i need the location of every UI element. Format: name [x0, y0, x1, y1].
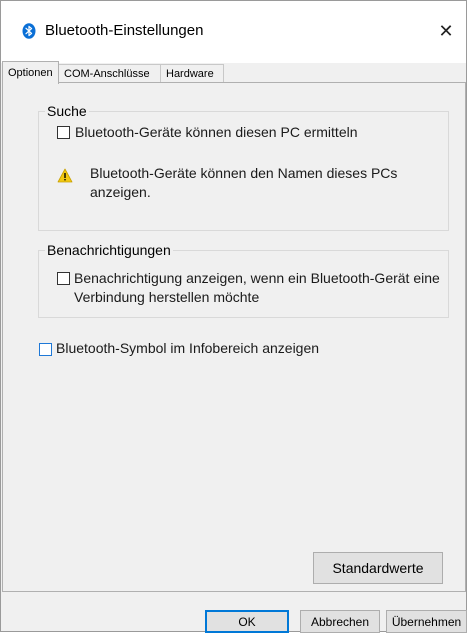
options-panel: Suche Bluetooth-Geräte können diesen PC … [2, 82, 466, 592]
tab-strip: Optionen COM-Anschlüsse Hardware [1, 61, 466, 84]
warning-text-line2: anzeigen. [90, 184, 151, 200]
search-group-legend: Suche [45, 103, 89, 119]
title-bar: Bluetooth-Einstellungen ✕ [1, 1, 466, 63]
notify-checkbox-label-line2[interactable]: Verbindung herstellen möchte [74, 288, 259, 307]
discover-checkbox[interactable] [57, 126, 70, 139]
tab-optionen[interactable]: Optionen [2, 61, 59, 84]
discover-checkbox-label[interactable]: Bluetooth-Geräte können diesen PC ermitt… [75, 123, 358, 142]
bluetooth-icon [22, 23, 36, 39]
cancel-button[interactable]: Abbrechen [300, 610, 380, 633]
tab-hardware[interactable]: Hardware [160, 64, 224, 83]
warning-icon [57, 168, 73, 183]
restore-defaults-button[interactable]: Standardwerte [313, 552, 443, 584]
ok-button[interactable]: OK [205, 610, 289, 633]
tray-icon-checkbox[interactable] [39, 343, 52, 356]
notify-checkbox-label-line1[interactable]: Benachrichtigung anzeigen, wenn ein Blue… [74, 269, 440, 288]
apply-button[interactable]: Übernehmen [386, 610, 467, 633]
warning-text-line1: Bluetooth-Geräte können den Namen dieses… [90, 165, 398, 181]
close-icon: ✕ [438, 20, 454, 41]
bluetooth-settings-dialog: Bluetooth-Einstellungen ✕ Optionen COM-A… [0, 0, 467, 633]
notifications-group-legend: Benachrichtigungen [45, 242, 173, 258]
tray-icon-checkbox-label[interactable]: Bluetooth-Symbol im Infobereich anzeigen [56, 339, 319, 358]
tab-com-ports[interactable]: COM-Anschlüsse [58, 64, 161, 83]
search-group: Suche Bluetooth-Geräte können diesen PC … [38, 103, 449, 231]
notify-checkbox[interactable] [57, 272, 70, 285]
notifications-group: Benachrichtigungen Benachrichtigung anze… [38, 242, 449, 318]
window-title: Bluetooth-Einstellungen [45, 22, 204, 39]
close-button[interactable]: ✕ [426, 13, 466, 49]
